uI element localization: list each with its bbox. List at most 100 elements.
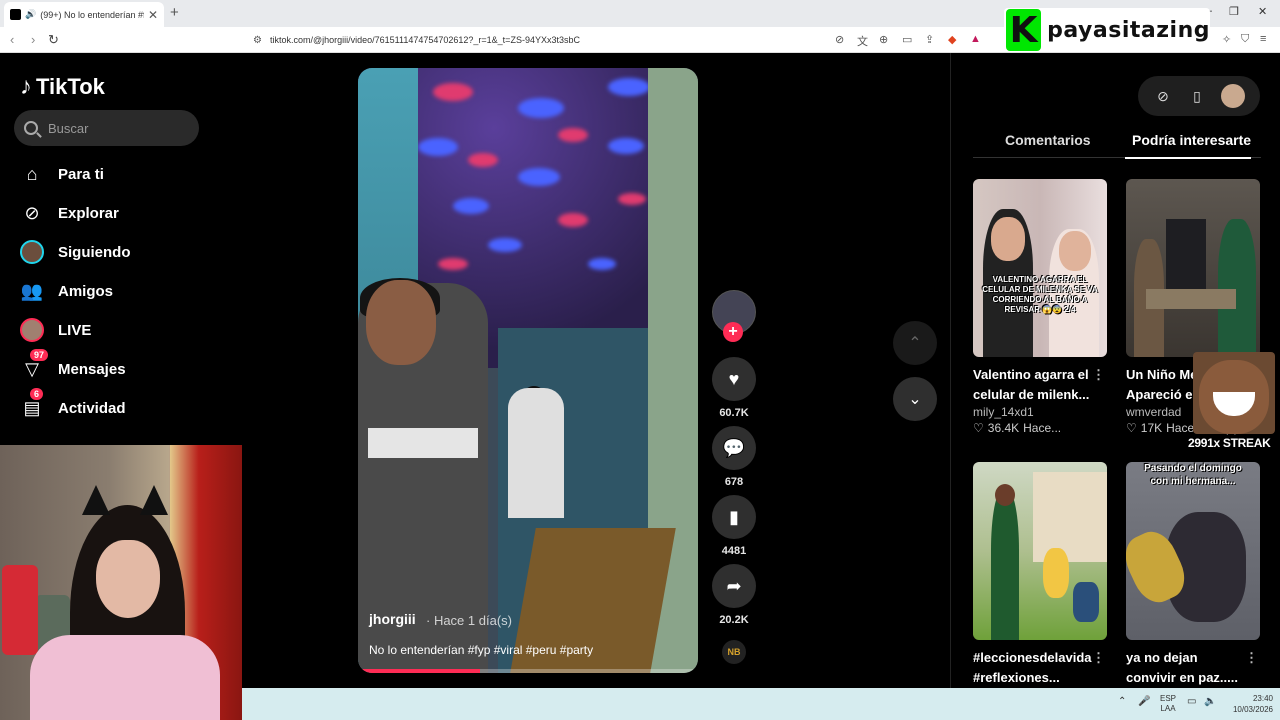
vpn-shield-icon[interactable]: ⛉ (1241, 33, 1249, 46)
sidebar-item-label: Explorar (58, 204, 119, 222)
tab-close-icon[interactable]: ✕ (148, 8, 158, 22)
share-icon[interactable]: ➦ (712, 564, 756, 608)
microphone-image (2, 565, 38, 655)
no-video-icon[interactable]: ⊘ (835, 33, 844, 46)
tray-expand-icon[interactable]: ⌃ (1118, 696, 1126, 707)
more-icon[interactable]: ⋮ (1092, 365, 1105, 385)
active-tab-indicator (1125, 157, 1251, 159)
save-action[interactable]: ▮ 4481 (712, 495, 756, 557)
comment-action[interactable]: 💬 678 (712, 426, 756, 488)
forward-icon[interactable]: › (31, 32, 35, 47)
search-input[interactable] (48, 120, 188, 136)
media-icon[interactable]: ▭ (902, 33, 912, 46)
heart-outline-icon: ♡ (1126, 421, 1137, 435)
messages-icon: ▽ 97 (20, 349, 49, 381)
heart-outline-icon: ♡ (973, 421, 984, 435)
reload-icon[interactable]: ↻ (48, 32, 59, 48)
friends-icon: 👥 (20, 280, 44, 301)
layout-code: LAA (1160, 704, 1176, 713)
card-caption: ya no dejan convivir en paz..... (1126, 650, 1238, 685)
sidebar-item-mensajes[interactable]: ▽ 97 Mensajes (20, 349, 126, 382)
zoom-icon[interactable]: ⊕ (879, 33, 888, 46)
brave-rewards-icon[interactable]: ▲ (970, 33, 981, 45)
sidebar-item-label: Amigos (58, 282, 114, 300)
card-author[interactable]: mily_14xd1 (973, 405, 1107, 419)
streamer-name: payasitazing (1047, 17, 1210, 43)
card-likes: 17K (1140, 421, 1163, 435)
compass-icon[interactable]: ⊘ (1153, 88, 1173, 105)
sidebar-item-amigos[interactable]: 👥 Amigos (20, 278, 113, 304)
video-username[interactable]: jhorgiii (369, 611, 416, 627)
tab-comentarios[interactable]: Comentarios (1005, 132, 1091, 148)
new-tab-button[interactable]: + (170, 4, 179, 21)
site-info-icon[interactable]: ⚙ (253, 35, 262, 46)
previous-video-button[interactable]: ⌃ (893, 321, 937, 365)
clock-date: 10/03/2026 (1232, 705, 1273, 714)
logo-k-icon: K (1006, 9, 1042, 51)
profile-avatar[interactable] (1221, 84, 1245, 108)
browser-tab[interactable]: 🔊 (99+) No lo entenderían #fyp ✕ (4, 2, 164, 27)
clock-time: 23:40 (1252, 694, 1273, 703)
tab-podria-interesarte[interactable]: Podría interesarte (1132, 132, 1251, 148)
sidebar-item-live[interactable]: LIVE (20, 317, 91, 343)
suggested-video-card[interactable]: #leccionesdelavida #reflexiones... ⋮ (973, 462, 1107, 688)
sidebar-item-actividad[interactable]: ▤ 6 Actividad (20, 388, 126, 421)
music-disc-icon[interactable]: NB (722, 640, 746, 664)
network-icon[interactable]: ▭ (1187, 696, 1196, 707)
video-description[interactable]: No lo entenderían #fyp #viral #peru #par… (369, 643, 593, 657)
video-thumbnail[interactable] (1126, 179, 1260, 357)
sidebar-item-label: Siguiendo (58, 243, 131, 261)
next-video-button[interactable]: ⌄ (893, 377, 937, 421)
sidebar-item-para-ti[interactable]: ⌂ Para ti (20, 161, 104, 187)
sidebar-item-label: Mensajes (58, 360, 126, 378)
suggested-video-card[interactable]: VALENTINO AGARRA EL CELULAR DE MILENKA S… (973, 179, 1107, 435)
search-box[interactable] (14, 110, 199, 146)
compass-icon: ⊘ (24, 202, 40, 223)
video-thumbnail[interactable]: Pasando el domingo con mi hermana... (1126, 462, 1260, 640)
like-action[interactable]: ♥ 60.7K (712, 357, 756, 419)
top-right-icons: ⊘ ▯ (1138, 76, 1260, 116)
language-code: ESP (1160, 694, 1177, 703)
bookmark-icon[interactable]: ▮ (712, 495, 756, 539)
video-progress-bar[interactable] (358, 669, 698, 673)
video-thumbnail[interactable] (973, 462, 1107, 640)
volume-icon[interactable]: 🔈 (1204, 696, 1216, 707)
panel-tabs: Comentarios Podría interesarte (973, 128, 1261, 159)
thumbnail-overlay-text: Pasando el domingo con mi hermana... (1144, 463, 1242, 487)
back-icon[interactable]: ‹ (10, 32, 14, 47)
brave-shield-icon[interactable]: ◆ (948, 33, 956, 46)
follow-button[interactable]: + (723, 322, 743, 342)
share-page-icon[interactable]: ⇪ (925, 33, 934, 46)
video-player[interactable]: jhorgiii · Hace 1 día(s) No lo entenderí… (358, 68, 698, 673)
clock[interactable]: 23:40 10/03/2026 (1227, 693, 1273, 715)
keyboard-language[interactable]: ESP LAA (1160, 694, 1176, 714)
device-icon[interactable]: ▯ (1187, 88, 1207, 105)
video-thumbnail[interactable]: VALENTINO AGARRA EL CELULAR DE MILENKA S… (973, 179, 1107, 357)
thumbnail-overlay-text: VALENTINO AGARRA EL CELULAR DE MILENKA S… (982, 275, 1098, 314)
sidebar-item-siguiendo[interactable]: Siguiendo (20, 239, 131, 265)
sidebar-item-label: Para ti (58, 165, 104, 183)
share-action[interactable]: ➦ 20.2K (712, 564, 756, 626)
tiktok-logo[interactable]: ♪ TikTok (20, 73, 105, 101)
more-icon[interactable]: ⋮ (1092, 648, 1105, 668)
sidebar-item-explorar[interactable]: ⊘ Explorar (20, 200, 119, 226)
webcam-overlay (0, 445, 242, 720)
heart-icon[interactable]: ♥ (712, 357, 756, 401)
extensions-icon[interactable]: ✧ (1222, 33, 1231, 46)
more-icon[interactable]: ⋮ (1245, 648, 1258, 668)
translate-icon[interactable]: 文 (857, 33, 868, 49)
activity-badge: 6 (30, 388, 44, 400)
audio-icon[interactable]: 🔊 (25, 9, 36, 20)
home-icon: ⌂ (26, 163, 38, 184)
maximize-icon[interactable]: ❐ (1229, 5, 1239, 18)
live-avatar-icon (20, 318, 44, 342)
comment-icon[interactable]: 💬 (712, 426, 756, 470)
suggested-video-card[interactable]: Pasando el domingo con mi hermana... ya … (1126, 462, 1260, 688)
microphone-icon[interactable]: 🎤 (1138, 696, 1150, 707)
following-avatar-icon (20, 240, 44, 264)
screen: 🔊 (99+) No lo entenderían #fyp ✕ + — ❐ ✕… (0, 0, 1280, 720)
sidebar-item-label: LIVE (58, 321, 92, 339)
close-window-icon[interactable]: ✕ (1258, 5, 1267, 18)
menu-icon[interactable]: ≡ (1260, 33, 1266, 45)
save-count: 4481 (721, 545, 747, 557)
